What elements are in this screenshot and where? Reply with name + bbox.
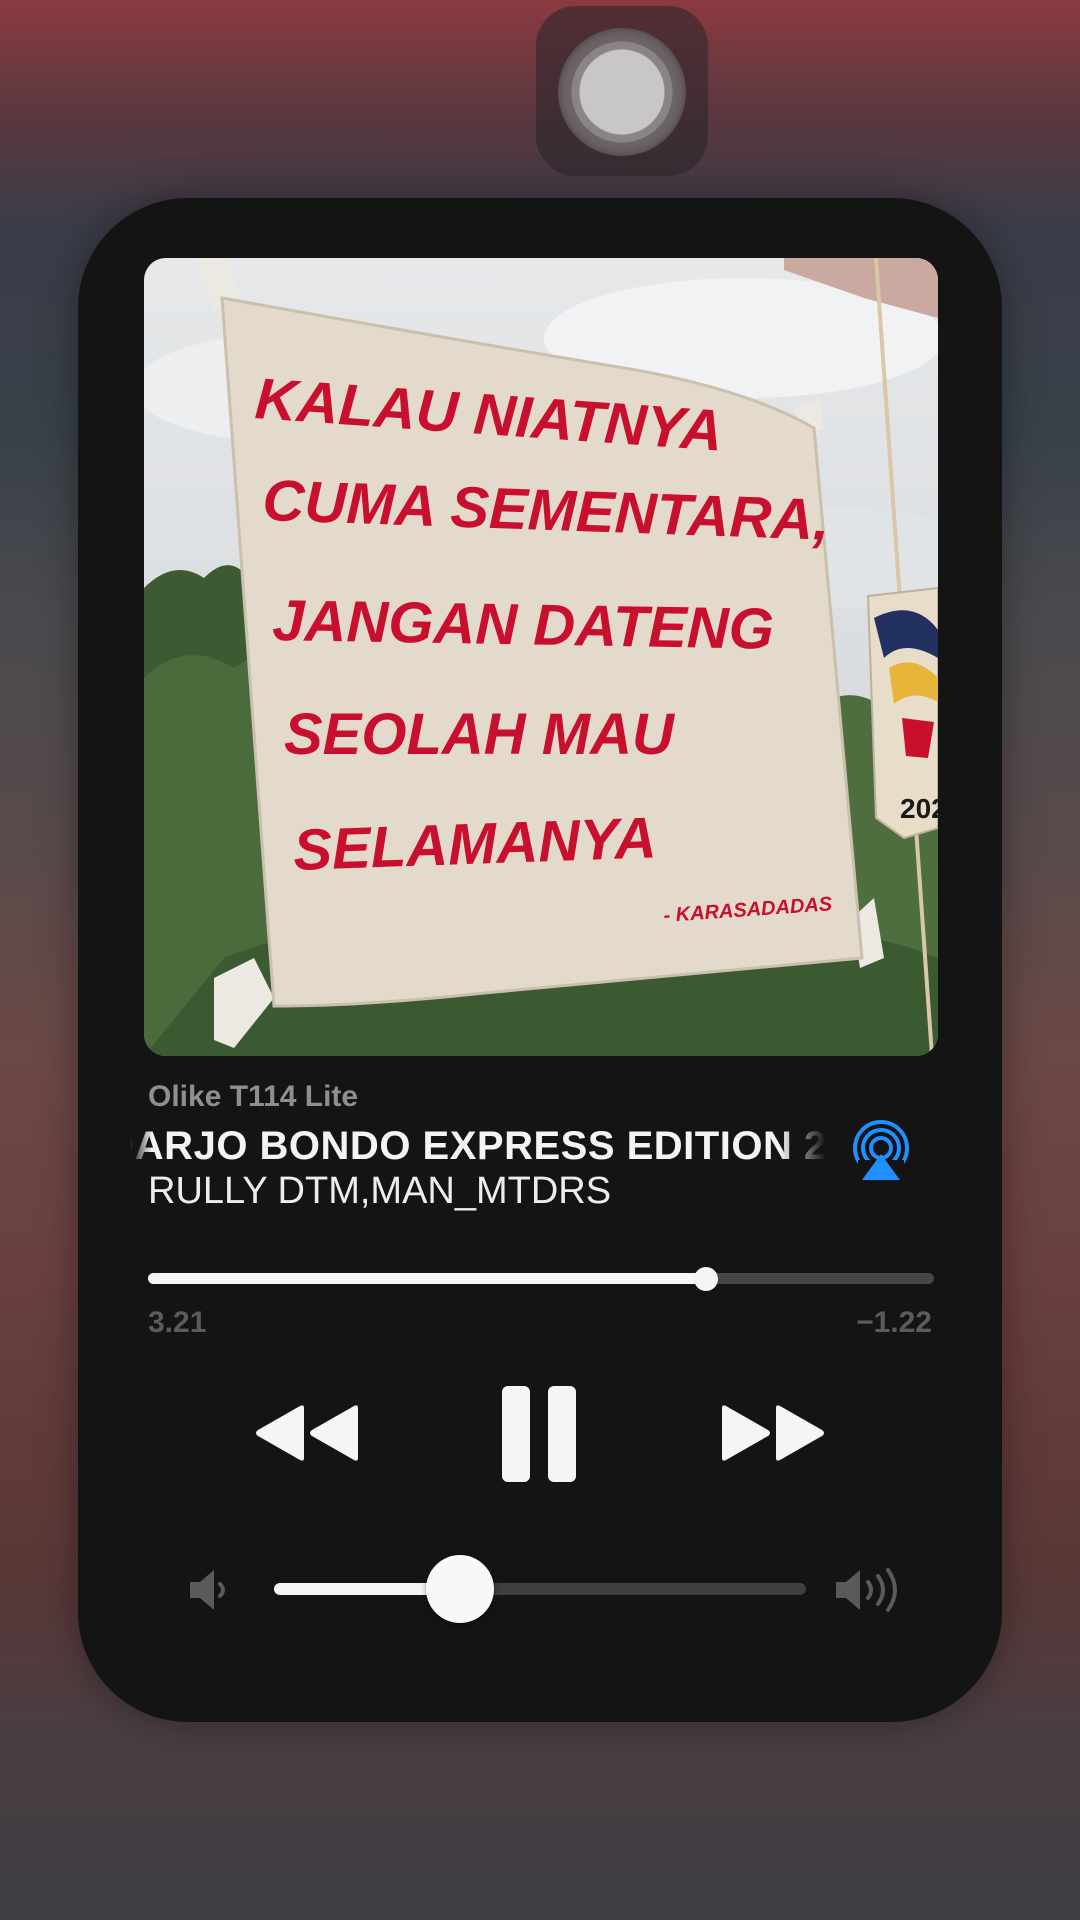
progress-fill: [148, 1273, 707, 1284]
side-sign-text: 202: [900, 793, 938, 824]
banner-line: SEOLAH MAU: [284, 702, 676, 767]
speaker-low-icon: [186, 1566, 234, 1614]
album-artwork: KALAU NIATNYA CUMA SEMENTARA, JANGAN DAT…: [144, 258, 938, 1056]
playback-progress-slider[interactable]: [148, 1267, 934, 1291]
output-device-name: Olike T114 Lite: [148, 1080, 359, 1113]
banner-line: JANGAN DATENG: [272, 588, 775, 662]
home-button-icon: [558, 28, 686, 156]
pause-button[interactable]: [502, 1386, 578, 1482]
airplay-button[interactable]: [850, 1120, 912, 1182]
elapsed-time: 3.21: [148, 1306, 207, 1339]
track-title-marquee: SIDOARJO BONDO EXPRESS EDITION 2026 [ RU…: [130, 1118, 826, 1178]
speaker-high-icon: [834, 1564, 906, 1616]
remaining-time: −1.22: [856, 1306, 932, 1339]
track-title: SIDOARJO BONDO EXPRESS EDITION 2026 [ RU…: [130, 1124, 826, 1168]
airplay-icon: [853, 1120, 909, 1182]
banner-line: SELAMANYA: [292, 805, 657, 883]
fast-forward-button[interactable]: [718, 1402, 826, 1464]
fast-forward-icon: [722, 1405, 824, 1461]
rewind-button[interactable]: [254, 1402, 362, 1464]
volume-knob[interactable]: [426, 1555, 495, 1623]
pause-icon: [502, 1386, 576, 1482]
progress-knob[interactable]: [694, 1267, 719, 1291]
home-button[interactable]: [536, 6, 708, 176]
volume-slider[interactable]: [274, 1555, 806, 1623]
rewind-icon: [256, 1405, 358, 1461]
track-artist: RULLY DTM,MAN_MTDRS: [148, 1170, 612, 1212]
